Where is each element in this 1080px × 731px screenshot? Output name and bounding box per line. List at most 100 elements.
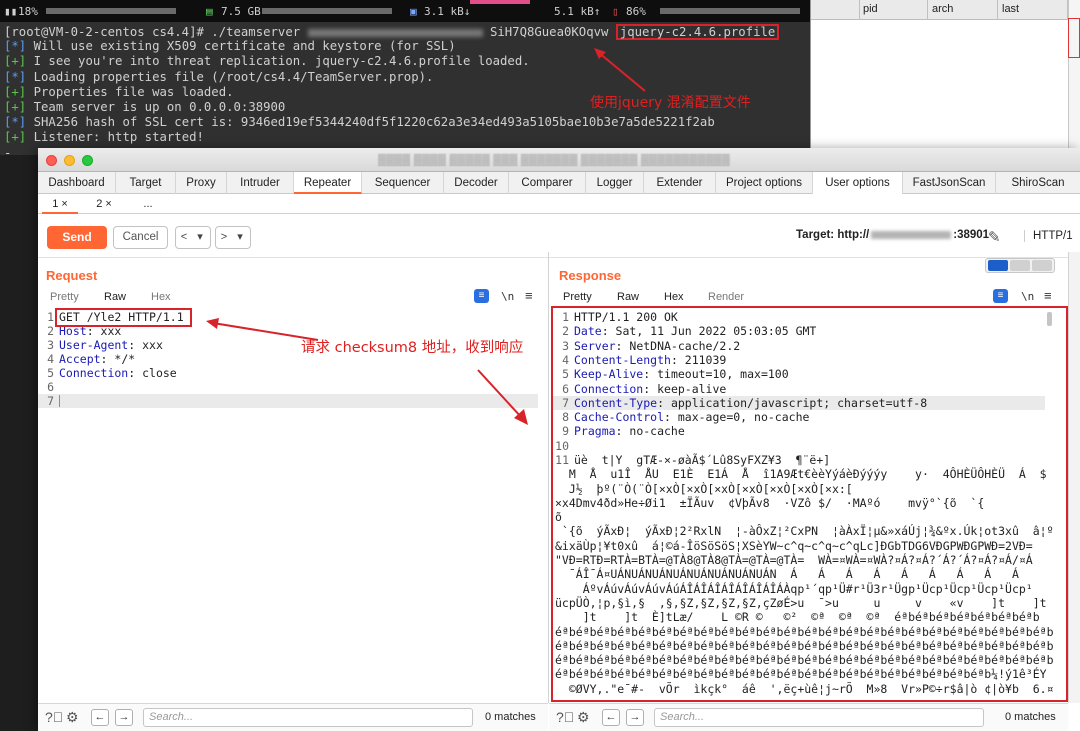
- tab-shiroscan[interactable]: ShiroScan: [996, 172, 1080, 194]
- column-arch[interactable]: arch: [932, 3, 953, 15]
- tab-repeater[interactable]: Repeater: [294, 172, 362, 194]
- response-view-render[interactable]: Render: [708, 291, 744, 303]
- zoom-window-button[interactable]: [82, 155, 93, 166]
- tab-proxy[interactable]: Proxy: [176, 172, 227, 194]
- column-last[interactable]: last: [1002, 3, 1019, 15]
- window-titlebar: ▒▒▒▒ ▒▒▒▒ ▒▒▒▒▒ ▒▒▒ ▒▒▒▒▒▒▒ ▒▒▒▒▒▒▒ ▒▒▒▒…: [38, 148, 1080, 172]
- forward-history-dropdown[interactable]: ▾: [232, 227, 248, 248]
- repeater-toolbar: Send Cancel < ▾ > ▾ Target: http://:38901 …: [38, 214, 1080, 258]
- target-host: Target: http:// :38901: [796, 229, 989, 241]
- send-button[interactable]: Send: [47, 226, 107, 249]
- response-search-input[interactable]: Search...: [654, 708, 984, 727]
- repeater-tab-2[interactable]: 2 ×: [86, 194, 122, 214]
- search-previous-button[interactable]: ←: [602, 709, 620, 726]
- response-editor[interactable]: 1 HTTP/1.1 200 OK 2 Date: Sat, 11 Jun 2022…: [553, 310, 1058, 700]
- tab-comparer[interactable]: Comparer: [509, 172, 586, 194]
- edit-target-icon[interactable]: ✎: [988, 228, 1001, 246]
- tab-logger[interactable]: Logger: [586, 172, 644, 194]
- request-title: Request: [46, 268, 98, 283]
- response-body: M Å u1Î ÅU E1È E1Á Å î1A9Æt€èèYýáèÐýýýy …: [555, 467, 1058, 696]
- request-editor[interactable]: 1 GET /Yle2 HTTP/1.1 2 Host: xxx 3 User-Age…: [38, 310, 543, 700]
- tab-project-options[interactable]: Project options: [716, 172, 813, 194]
- tab-decoder[interactable]: Decoder: [444, 172, 509, 194]
- response-scrollbar[interactable]: [1047, 312, 1052, 326]
- burp-window: ▒▒▒▒ ▒▒▒▒ ▒▒▒▒▒ ▒▒▒ ▒▒▒▒▒▒▒ ▒▒▒▒▒▒▒ ▒▒▒▒…: [38, 148, 1080, 731]
- pane-divider[interactable]: [548, 252, 549, 703]
- response-match-count: 0 matches: [1005, 711, 1056, 723]
- network-graph: [470, 0, 530, 4]
- request-view-pretty[interactable]: Pretty: [50, 291, 79, 303]
- tab-extender[interactable]: Extender: [644, 172, 716, 194]
- request-line: 6: [47, 380, 54, 394]
- column-pid[interactable]: pid: [863, 3, 878, 15]
- system-status-bar: ▮▮ 18% ▤ 7.5 GB ▣ 3.1 kB↓ 5.1 kB↑ ▯ 86%: [0, 0, 810, 22]
- response-line: 4 Content-Length: 211039: [562, 352, 727, 367]
- terminal-command-line: [root@VM-0-2-centos cs4.4]# ./teamserver…: [4, 24, 810, 40]
- request-match-count: 0 matches: [485, 711, 536, 723]
- response-view-raw[interactable]: Raw: [617, 291, 639, 303]
- terminal-window[interactable]: [root@VM-0-2-centos cs4.4]# ./teamserver…: [0, 22, 810, 160]
- repeater-tab-1[interactable]: 1 ×: [42, 194, 78, 214]
- inspector-sidebar[interactable]: [1068, 252, 1080, 703]
- tab-target[interactable]: Target: [116, 172, 176, 194]
- memory-usage: 7.5 GB: [221, 5, 261, 18]
- settings-gear-icon[interactable]: ⚙: [577, 709, 590, 726]
- redacted-host: [871, 230, 952, 239]
- network-down: 3.1 kB↓: [424, 5, 471, 18]
- annotation-arrow-left: [206, 318, 319, 341]
- tab-user-options[interactable]: User options: [813, 172, 903, 194]
- network-icon: ▣: [410, 5, 417, 18]
- tab-sequencer[interactable]: Sequencer: [362, 172, 444, 194]
- settings-gear-icon[interactable]: ⚙: [66, 709, 79, 726]
- search-next-button[interactable]: →: [626, 709, 644, 726]
- request-line-highlight-box: [55, 308, 192, 327]
- tab-fastjsonscan[interactable]: FastJsonScan: [903, 172, 996, 194]
- tab-dashboard[interactable]: Dashboard: [38, 172, 116, 194]
- response-line: 6 Connection: keep-alive: [562, 381, 727, 396]
- target-port: :38901: [953, 229, 990, 241]
- request-menu-icon[interactable]: ≡: [525, 288, 533, 303]
- request-search-input[interactable]: Search...: [143, 708, 473, 727]
- request-view-tabs: Pretty Raw Hex: [50, 291, 230, 305]
- search-previous-button[interactable]: ←: [91, 709, 109, 726]
- back-history-dropdown[interactable]: ▾: [192, 227, 208, 248]
- terminal-output-line: [+] I see you're into threat replication…: [4, 54, 530, 69]
- http-version-toggle[interactable]: HTTP/1: [1024, 230, 1073, 242]
- close-window-button[interactable]: [46, 155, 57, 166]
- layout-side-by-side-icon[interactable]: [988, 260, 1008, 271]
- terminal-prompt: [root@VM-0-2-centos cs4.4]# ./teamserver: [4, 25, 308, 39]
- tab-intruder[interactable]: Intruder: [227, 172, 294, 194]
- request-newline-toggle[interactable]: \n: [501, 290, 514, 303]
- window-title-redacted: ▒▒▒▒ ▒▒▒▒ ▒▒▒▒▒ ▒▒▒ ▒▒▒▒▒▒▒ ▒▒▒▒▒▒▒ ▒▒▒▒…: [378, 154, 730, 166]
- response-view-hex[interactable]: Hex: [664, 291, 684, 303]
- back-button[interactable]: <: [176, 227, 192, 248]
- request-view-hex[interactable]: Hex: [151, 291, 171, 303]
- repeater-tab-more[interactable]: ...: [130, 194, 166, 214]
- help-icon[interactable]: ?⃝: [45, 709, 63, 725]
- forward-button[interactable]: >: [216, 227, 232, 248]
- layout-top-bottom-icon[interactable]: [1010, 260, 1030, 271]
- layout-tabs-icon[interactable]: [1032, 260, 1052, 271]
- terminal-output-line: [*] Loading properties file (/root/cs4.4…: [4, 69, 434, 84]
- memory-graph: [262, 8, 392, 14]
- cpu-icon: ▮▮: [4, 5, 18, 18]
- response-line: 1 HTTP/1.1 200 OK: [562, 310, 678, 324]
- response-line: 2 Date: Sat, 11 Jun 2022 05:03:05 GMT: [562, 324, 817, 339]
- response-actions-icon[interactable]: ≡: [993, 289, 1008, 303]
- response-newline-toggle[interactable]: \n: [1021, 290, 1034, 303]
- search-next-button[interactable]: →: [115, 709, 133, 726]
- minimize-window-button[interactable]: [64, 155, 75, 166]
- response-menu-icon[interactable]: ≡: [1044, 288, 1052, 303]
- request-actions-icon[interactable]: ≡: [474, 289, 489, 303]
- layout-switcher: [985, 258, 1055, 273]
- cpu-graph: [46, 8, 176, 14]
- target-label: Target: http://: [796, 229, 870, 241]
- help-icon[interactable]: ?⃝: [556, 709, 574, 725]
- annotation-arrow: [594, 48, 646, 92]
- response-view-tabs: Pretty Raw Hex Render: [563, 291, 783, 305]
- response-line: 5 Keep-Alive: timeout=10, max=100: [562, 367, 789, 382]
- response-view-pretty[interactable]: Pretty: [563, 291, 592, 303]
- request-view-raw[interactable]: Raw: [104, 291, 126, 303]
- terminal-output-line: [+] Listener: http started!: [4, 130, 204, 145]
- cancel-button[interactable]: Cancel: [113, 226, 168, 249]
